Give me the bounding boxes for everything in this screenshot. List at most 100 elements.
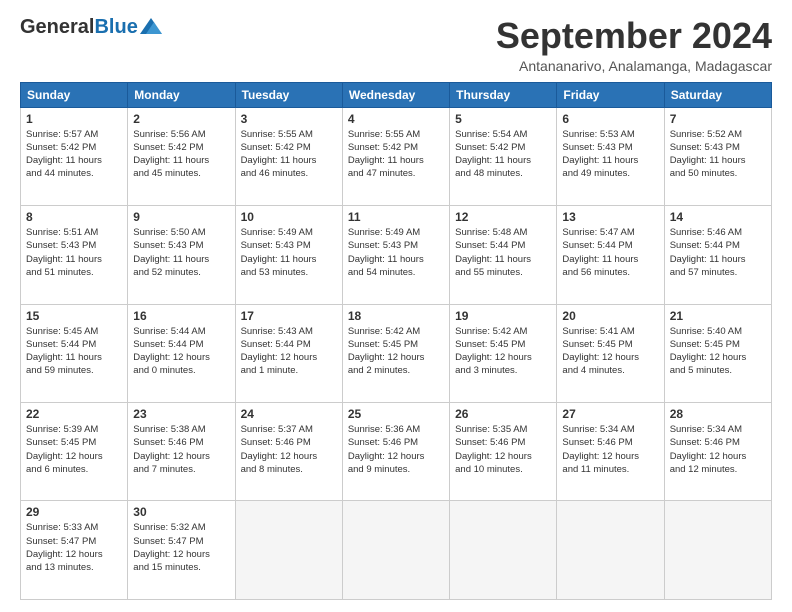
day-number: 19 bbox=[455, 309, 551, 323]
day-of-week-header: Sunday bbox=[21, 82, 128, 107]
calendar-day-cell: 2Sunrise: 5:56 AM Sunset: 5:42 PM Daylig… bbox=[128, 107, 235, 205]
day-info: Sunrise: 5:33 AM Sunset: 5:47 PM Dayligh… bbox=[26, 521, 122, 574]
day-info: Sunrise: 5:41 AM Sunset: 5:45 PM Dayligh… bbox=[562, 325, 658, 378]
calendar-week-row: 15 Sunrise: 5:45 AM Sunset: 5:44 PM Dayli… bbox=[21, 304, 772, 402]
day-info: Sunrise: 5:32 AM Sunset: 5:47 PM Dayligh… bbox=[133, 521, 229, 574]
calendar-day-cell: 1Sunrise: 5:57 AM Sunset: 5:42 PM Daylig… bbox=[21, 107, 128, 205]
day-info: Sunrise: 5:38 AM Sunset: 5:46 PM Dayligh… bbox=[133, 423, 229, 476]
day-info: Sunrise: 5:37 AM Sunset: 5:46 PM Dayligh… bbox=[241, 423, 337, 476]
month-title: September 2024 bbox=[496, 16, 772, 56]
day-info: Sunrise: 5:54 AM Sunset: 5:42 PM Dayligh… bbox=[455, 128, 551, 181]
day-number: 27 bbox=[562, 407, 658, 421]
day-info: Sunrise: 5:44 AM Sunset: 5:44 PM Dayligh… bbox=[133, 325, 229, 378]
calendar-day-cell: 7Sunrise: 5:52 AM Sunset: 5:43 PM Daylig… bbox=[664, 107, 771, 205]
title-block: September 2024 Antananarivo, Analamanga,… bbox=[496, 16, 772, 74]
day-info: Sunrise: 5:42 AM Sunset: 5:45 PM Dayligh… bbox=[455, 325, 551, 378]
day-of-week-header: Friday bbox=[557, 82, 664, 107]
day-of-week-header: Tuesday bbox=[235, 82, 342, 107]
subtitle: Antananarivo, Analamanga, Madagascar bbox=[496, 58, 772, 74]
logo-icon bbox=[140, 18, 162, 34]
day-number: 20 bbox=[562, 309, 658, 323]
day-number: 3 bbox=[241, 112, 337, 126]
calendar-day-cell: 25 Sunrise: 5:36 AM Sunset: 5:46 PM Dayli… bbox=[342, 403, 449, 501]
logo-text: GeneralBlue bbox=[20, 16, 138, 39]
day-info: Sunrise: 5:56 AM Sunset: 5:42 PM Dayligh… bbox=[133, 128, 229, 181]
day-of-week-header: Monday bbox=[128, 82, 235, 107]
calendar-week-row: 8 Sunrise: 5:51 AM Sunset: 5:43 PM Daylig… bbox=[21, 206, 772, 304]
day-info: Sunrise: 5:55 AM Sunset: 5:42 PM Dayligh… bbox=[241, 128, 337, 181]
day-number: 26 bbox=[455, 407, 551, 421]
calendar-week-row: 29 Sunrise: 5:33 AM Sunset: 5:47 PM Dayli… bbox=[21, 501, 772, 600]
day-info: Sunrise: 5:40 AM Sunset: 5:45 PM Dayligh… bbox=[670, 325, 766, 378]
calendar-day-cell bbox=[557, 501, 664, 600]
calendar-day-cell: 4 Sunrise: 5:55 AM Sunset: 5:42 PM Daylig… bbox=[342, 107, 449, 205]
calendar-day-cell: 15 Sunrise: 5:45 AM Sunset: 5:44 PM Dayli… bbox=[21, 304, 128, 402]
day-number: 10 bbox=[241, 210, 337, 224]
calendar-week-row: 1Sunrise: 5:57 AM Sunset: 5:42 PM Daylig… bbox=[21, 107, 772, 205]
calendar-week-row: 22 Sunrise: 5:39 AM Sunset: 5:45 PM Dayli… bbox=[21, 403, 772, 501]
calendar-day-cell: 20 Sunrise: 5:41 AM Sunset: 5:45 PM Dayli… bbox=[557, 304, 664, 402]
day-number: 4 bbox=[348, 112, 444, 126]
calendar-header-row: SundayMondayTuesdayWednesdayThursdayFrid… bbox=[21, 82, 772, 107]
day-info: Sunrise: 5:46 AM Sunset: 5:44 PM Dayligh… bbox=[670, 226, 766, 279]
day-number: 5 bbox=[455, 112, 551, 126]
day-of-week-header: Thursday bbox=[450, 82, 557, 107]
calendar-day-cell: 24 Sunrise: 5:37 AM Sunset: 5:46 PM Dayli… bbox=[235, 403, 342, 501]
day-info: Sunrise: 5:34 AM Sunset: 5:46 PM Dayligh… bbox=[670, 423, 766, 476]
calendar-table: SundayMondayTuesdayWednesdayThursdayFrid… bbox=[20, 82, 772, 600]
day-number: 15 bbox=[26, 309, 122, 323]
day-number: 17 bbox=[241, 309, 337, 323]
calendar-day-cell: 28 Sunrise: 5:34 AM Sunset: 5:46 PM Dayli… bbox=[664, 403, 771, 501]
calendar-day-cell: 27Sunrise: 5:34 AM Sunset: 5:46 PM Dayli… bbox=[557, 403, 664, 501]
day-number: 14 bbox=[670, 210, 766, 224]
day-number: 25 bbox=[348, 407, 444, 421]
calendar-day-cell bbox=[342, 501, 449, 600]
calendar-day-cell: 14 Sunrise: 5:46 AM Sunset: 5:44 PM Dayli… bbox=[664, 206, 771, 304]
day-number: 1 bbox=[26, 112, 122, 126]
day-number: 11 bbox=[348, 210, 444, 224]
page: GeneralBlue September 2024 Antananarivo,… bbox=[0, 0, 792, 612]
calendar-day-cell: 23 Sunrise: 5:38 AM Sunset: 5:46 PM Dayli… bbox=[128, 403, 235, 501]
calendar-day-cell bbox=[664, 501, 771, 600]
day-info: Sunrise: 5:55 AM Sunset: 5:42 PM Dayligh… bbox=[348, 128, 444, 181]
calendar-day-cell bbox=[450, 501, 557, 600]
calendar-day-cell: 9 Sunrise: 5:50 AM Sunset: 5:43 PM Daylig… bbox=[128, 206, 235, 304]
day-number: 29 bbox=[26, 505, 122, 519]
day-info: Sunrise: 5:51 AM Sunset: 5:43 PM Dayligh… bbox=[26, 226, 122, 279]
day-info: Sunrise: 5:45 AM Sunset: 5:44 PM Dayligh… bbox=[26, 325, 122, 378]
day-number: 7 bbox=[670, 112, 766, 126]
day-info: Sunrise: 5:39 AM Sunset: 5:45 PM Dayligh… bbox=[26, 423, 122, 476]
calendar-day-cell: 22 Sunrise: 5:39 AM Sunset: 5:45 PM Dayli… bbox=[21, 403, 128, 501]
day-number: 28 bbox=[670, 407, 766, 421]
day-info: Sunrise: 5:50 AM Sunset: 5:43 PM Dayligh… bbox=[133, 226, 229, 279]
calendar-day-cell: 11 Sunrise: 5:49 AM Sunset: 5:43 PM Dayli… bbox=[342, 206, 449, 304]
day-number: 8 bbox=[26, 210, 122, 224]
day-number: 30 bbox=[133, 505, 229, 519]
calendar-day-cell: 18 Sunrise: 5:42 AM Sunset: 5:45 PM Dayli… bbox=[342, 304, 449, 402]
day-info: Sunrise: 5:53 AM Sunset: 5:43 PM Dayligh… bbox=[562, 128, 658, 181]
calendar-day-cell: 5 Sunrise: 5:54 AM Sunset: 5:42 PM Daylig… bbox=[450, 107, 557, 205]
day-of-week-header: Saturday bbox=[664, 82, 771, 107]
day-info: Sunrise: 5:43 AM Sunset: 5:44 PM Dayligh… bbox=[241, 325, 337, 378]
day-info: Sunrise: 5:49 AM Sunset: 5:43 PM Dayligh… bbox=[348, 226, 444, 279]
calendar-day-cell: 12Sunrise: 5:48 AM Sunset: 5:44 PM Dayli… bbox=[450, 206, 557, 304]
day-info: Sunrise: 5:35 AM Sunset: 5:46 PM Dayligh… bbox=[455, 423, 551, 476]
day-number: 23 bbox=[133, 407, 229, 421]
calendar-day-cell: 13Sunrise: 5:47 AM Sunset: 5:44 PM Dayli… bbox=[557, 206, 664, 304]
day-number: 9 bbox=[133, 210, 229, 224]
calendar-day-cell: 26 Sunrise: 5:35 AM Sunset: 5:46 PM Dayli… bbox=[450, 403, 557, 501]
day-number: 21 bbox=[670, 309, 766, 323]
day-number: 24 bbox=[241, 407, 337, 421]
calendar-day-cell: 3 Sunrise: 5:55 AM Sunset: 5:42 PM Daylig… bbox=[235, 107, 342, 205]
calendar-day-cell: 19 Sunrise: 5:42 AM Sunset: 5:45 PM Dayli… bbox=[450, 304, 557, 402]
day-info: Sunrise: 5:36 AM Sunset: 5:46 PM Dayligh… bbox=[348, 423, 444, 476]
calendar-day-cell: 6Sunrise: 5:53 AM Sunset: 5:43 PM Daylig… bbox=[557, 107, 664, 205]
calendar-day-cell: 21 Sunrise: 5:40 AM Sunset: 5:45 PM Dayli… bbox=[664, 304, 771, 402]
day-info: Sunrise: 5:42 AM Sunset: 5:45 PM Dayligh… bbox=[348, 325, 444, 378]
calendar-day-cell: 8 Sunrise: 5:51 AM Sunset: 5:43 PM Daylig… bbox=[21, 206, 128, 304]
day-number: 22 bbox=[26, 407, 122, 421]
calendar-day-cell: 10Sunrise: 5:49 AM Sunset: 5:43 PM Dayli… bbox=[235, 206, 342, 304]
header: GeneralBlue September 2024 Antananarivo,… bbox=[20, 16, 772, 74]
day-info: Sunrise: 5:47 AM Sunset: 5:44 PM Dayligh… bbox=[562, 226, 658, 279]
day-number: 18 bbox=[348, 309, 444, 323]
